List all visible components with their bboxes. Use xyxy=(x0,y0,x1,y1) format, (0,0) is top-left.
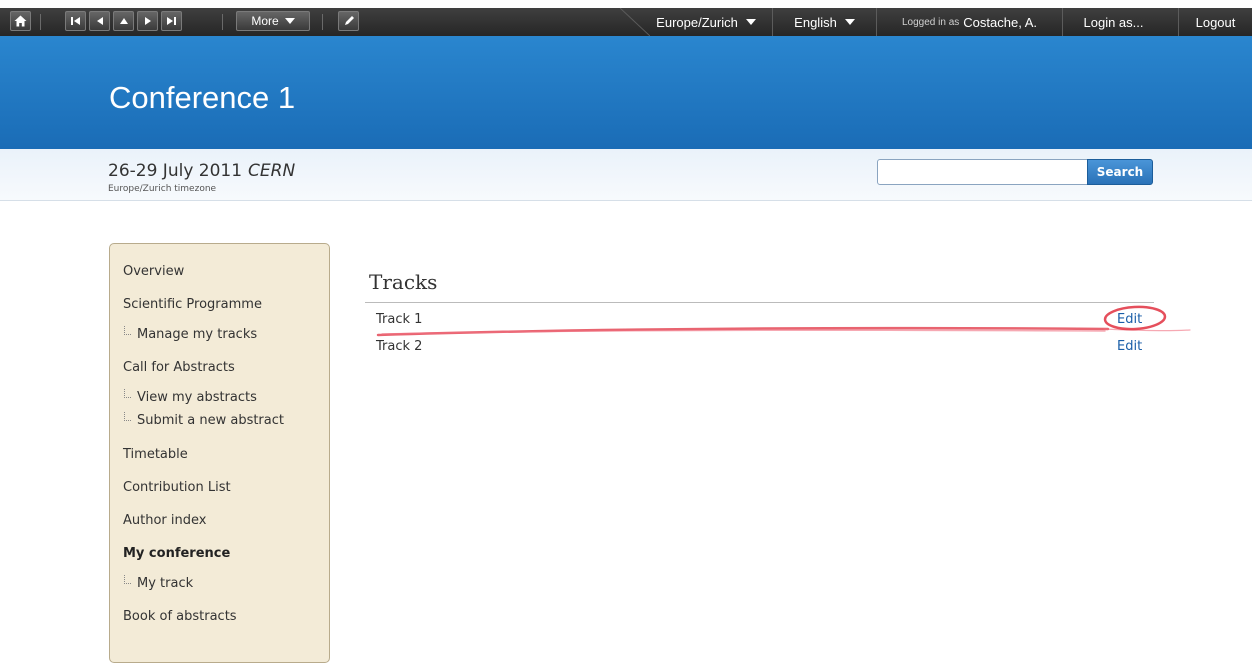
track-name-2: Track 2 xyxy=(376,339,423,354)
conference-header: Conference 1 xyxy=(0,36,1252,149)
previous-icon xyxy=(96,17,103,25)
track-2-edit-link[interactable]: Edit xyxy=(1117,339,1142,354)
conference-location: CERN xyxy=(248,161,296,181)
tree-branch-icon xyxy=(124,389,131,398)
track-name-1: Track 1 xyxy=(376,312,423,327)
tracks-heading: Tracks xyxy=(369,270,438,294)
up-button[interactable] xyxy=(113,11,134,31)
sidebar-item-overview[interactable]: Overview xyxy=(123,264,184,279)
sidebar-item-book-of-abstracts[interactable]: Book of abstracts xyxy=(123,609,237,624)
conference-dates: 26-29 July 2011 CERN xyxy=(108,161,295,181)
caption-strip xyxy=(0,0,1252,8)
conference-subheader: 26-29 July 2011 CERN Europe/Zurich timezo… xyxy=(0,149,1252,201)
sidebar-item-timetable[interactable]: Timetable xyxy=(123,447,188,462)
sidebar-item-my-conference[interactable]: My conference xyxy=(123,546,230,561)
tree-branch-icon xyxy=(124,575,131,584)
toolbar-separator xyxy=(40,14,41,30)
logged-in-info: Logged in as Costache, A. xyxy=(876,8,1062,36)
search-input[interactable] xyxy=(877,159,1088,185)
sidebar-item-submit-new-abstract[interactable]: Submit a new abstract xyxy=(124,412,284,428)
next-button[interactable] xyxy=(137,11,158,31)
pencil-icon xyxy=(344,16,354,25)
toolbar-separator xyxy=(322,14,323,30)
sidebar-item-label: Submit a new abstract xyxy=(137,413,284,428)
more-menu-button[interactable]: More xyxy=(236,11,310,31)
search-button[interactable]: Search xyxy=(1087,159,1153,185)
sidebar-item-label: My track xyxy=(137,576,194,591)
sidebar-item-call-for-abstracts[interactable]: Call for Abstracts xyxy=(123,360,235,375)
language-selector[interactable]: English xyxy=(772,8,876,36)
language-label: English xyxy=(794,14,837,30)
sidebar-item-label: View my abstracts xyxy=(137,390,257,405)
first-icon xyxy=(71,17,80,25)
logout-label: Logout xyxy=(1195,14,1236,30)
top-toolbar: More Europe/Zurich English Logged in as … xyxy=(0,8,1252,37)
sidebar-item-author-index[interactable]: Author index xyxy=(123,513,206,528)
last-button[interactable] xyxy=(161,11,182,31)
login-as-label: Login as... xyxy=(1083,14,1144,30)
previous-button[interactable] xyxy=(89,11,110,31)
edit-event-button[interactable] xyxy=(338,11,359,31)
login-as-button[interactable]: Login as... xyxy=(1062,8,1164,36)
last-icon xyxy=(167,17,176,25)
user-name: Costache, A. xyxy=(963,14,1037,30)
logged-in-prefix: Logged in as xyxy=(902,16,960,28)
tree-branch-icon xyxy=(124,412,131,421)
sidebar-item-manage-my-tracks[interactable]: Manage my tracks xyxy=(124,326,257,342)
chevron-down-icon xyxy=(284,18,295,24)
home-icon xyxy=(14,15,27,27)
next-icon xyxy=(144,17,151,25)
conference-title[interactable]: Conference 1 xyxy=(109,80,295,116)
sidebar-item-my-track[interactable]: My track xyxy=(124,575,193,591)
track-1-edit-link[interactable]: Edit xyxy=(1117,312,1142,327)
more-label: More xyxy=(251,14,279,28)
tracks-divider xyxy=(365,302,1154,303)
date-range: 26-29 July 2011 xyxy=(108,161,243,181)
sidebar-item-view-my-abstracts[interactable]: View my abstracts xyxy=(124,389,257,405)
timezone-label: Europe/Zurich xyxy=(656,14,738,30)
first-button[interactable] xyxy=(65,11,86,31)
chevron-down-icon xyxy=(745,19,756,25)
conference-sidebar-menu: Overview Scientific Programme Manage my … xyxy=(109,243,330,663)
toolbar-separator xyxy=(222,14,223,30)
tree-branch-icon xyxy=(124,326,131,335)
timezone-note: Europe/Zurich timezone xyxy=(108,184,217,194)
sidebar-item-scientific-programme[interactable]: Scientific Programme xyxy=(123,297,262,312)
sidebar-item-label: Manage my tracks xyxy=(137,327,258,342)
chevron-down-icon xyxy=(844,19,855,25)
timezone-selector[interactable]: Europe/Zurich xyxy=(640,8,772,36)
sidebar-item-contribution-list[interactable]: Contribution List xyxy=(123,480,231,495)
home-button[interactable] xyxy=(10,11,31,31)
up-icon xyxy=(119,18,128,24)
logout-button[interactable]: Logout xyxy=(1178,8,1252,36)
